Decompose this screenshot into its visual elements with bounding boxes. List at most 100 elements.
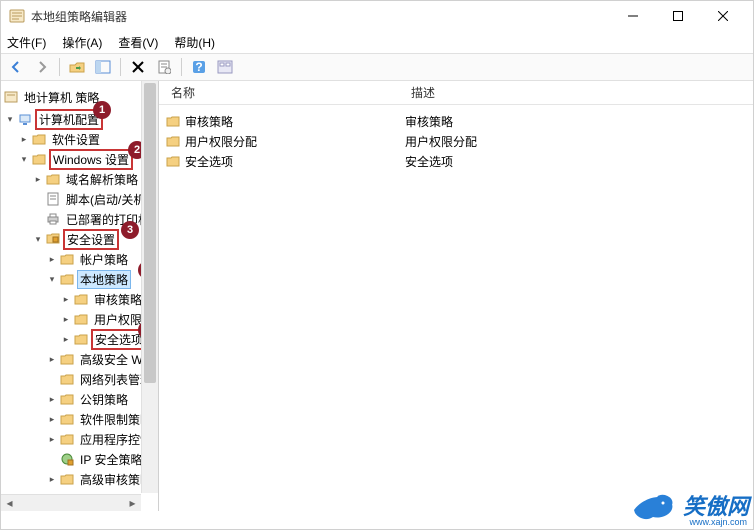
folder-icon (165, 154, 181, 168)
watermark: 笑傲网 www.xajn.com (629, 485, 749, 525)
scroll-left-arrow[interactable]: ◂ (1, 495, 18, 512)
tree-item-software-settings[interactable]: 软件设置 (49, 130, 103, 149)
tree-item-dns-policy[interactable]: 域名解析策略 (63, 170, 141, 189)
expand-icon[interactable]: ▸ (59, 312, 73, 326)
svg-text:?: ? (195, 60, 202, 74)
list-item-name: 审核策略 (185, 113, 233, 130)
security-icon (45, 232, 61, 246)
tree-pane: 地计算机 策略 ▾ 计算机配置 ▸ 软件设置 ▾ Windows 设置 (1, 81, 159, 511)
expand-icon[interactable]: ▸ (45, 472, 59, 486)
folder-icon (165, 114, 181, 128)
folder-icon (73, 292, 89, 306)
window-controls (610, 1, 745, 31)
tree-item-windows-settings[interactable]: Windows 设置 (49, 149, 133, 170)
tree-item-public-key[interactable]: 公钥策略 (77, 390, 131, 409)
list-item-desc: 用户权限分配 (405, 133, 477, 150)
delete-button[interactable] (127, 56, 149, 78)
tree-item-local-policy[interactable]: 本地策略 (77, 270, 131, 289)
folder-icon (59, 432, 75, 446)
watermark-url: www.xajn.com (689, 517, 747, 527)
filter-button[interactable] (214, 56, 236, 78)
column-header-name[interactable]: 名称 (159, 84, 399, 101)
folder-icon (59, 392, 75, 406)
expand-icon[interactable]: ▸ (45, 432, 59, 446)
folder-icon (73, 332, 89, 346)
list-item[interactable]: 审核策略 审核策略 (159, 111, 753, 131)
up-folder-button[interactable] (66, 56, 88, 78)
collapse-icon[interactable]: ▾ (17, 152, 31, 166)
scrollbar-thumb[interactable] (144, 83, 156, 383)
toolbar-separator (181, 58, 182, 76)
folder-icon (59, 412, 75, 426)
tree-item-account-policy[interactable]: 帐户策略 (77, 250, 131, 269)
list-pane: 名称 描述 审核策略 审核策略 用户权限分配 用户权限分配 (159, 81, 753, 511)
script-icon (45, 192, 61, 206)
expand-icon[interactable]: ▸ (31, 172, 45, 186)
expand-icon[interactable]: ▸ (59, 332, 73, 346)
tree-horizontal-scrollbar[interactable]: ◂ ▸ (1, 494, 141, 511)
scroll-right-arrow[interactable]: ▸ (124, 495, 141, 512)
expand-icon[interactable]: ▸ (45, 352, 59, 366)
list-item-desc: 安全选项 (405, 153, 453, 170)
list-body[interactable]: 审核策略 审核策略 用户权限分配 用户权限分配 安全选项 安全选项 (159, 105, 753, 511)
folder-icon (31, 132, 47, 146)
expand-icon[interactable]: ▸ (17, 132, 31, 146)
step-badge-1: 1 (93, 101, 111, 119)
menu-file[interactable]: 文件(F) (7, 34, 46, 51)
tree-item-printers[interactable]: 已部署的打印机 (63, 210, 153, 229)
menu-view[interactable]: 查看(V) (118, 34, 158, 51)
back-button[interactable] (5, 56, 27, 78)
maximize-button[interactable] (655, 1, 700, 31)
minimize-button[interactable] (610, 1, 655, 31)
folder-icon (45, 172, 61, 186)
app-icon (9, 8, 25, 24)
folder-icon (165, 134, 181, 148)
folder-icon (59, 272, 75, 286)
folder-icon (73, 312, 89, 326)
content-area: 地计算机 策略 ▾ 计算机配置 ▸ 软件设置 ▾ Windows 设置 (1, 81, 753, 511)
collapse-icon[interactable]: ▾ (31, 232, 45, 246)
list-item-name: 用户权限分配 (185, 133, 257, 150)
list-item[interactable]: 安全选项 安全选项 (159, 151, 753, 171)
computer-icon (17, 112, 33, 126)
folder-icon (59, 352, 75, 366)
show-hide-tree-button[interactable] (92, 56, 114, 78)
column-header-desc[interactable]: 描述 (399, 84, 447, 101)
tree-vertical-scrollbar[interactable] (141, 81, 158, 493)
expand-icon[interactable]: ▸ (45, 252, 59, 266)
expand-icon[interactable]: ▾ (3, 112, 17, 126)
help-button[interactable]: ? (188, 56, 210, 78)
list-item[interactable]: 用户权限分配 用户权限分配 (159, 131, 753, 151)
window-title: 本地组策略编辑器 (31, 8, 610, 25)
expand-icon[interactable]: ▸ (45, 392, 59, 406)
tree-item-scripts[interactable]: 脚本(启动/关机) (63, 190, 152, 209)
list-header: 名称 描述 (159, 81, 753, 105)
toolbar: ? (1, 53, 753, 81)
list-item-name: 安全选项 (185, 153, 233, 170)
properties-button[interactable] (153, 56, 175, 78)
title-bar: 本地组策略编辑器 (1, 1, 753, 31)
collapse-icon[interactable]: ▾ (45, 272, 59, 286)
menu-action[interactable]: 操作(A) (62, 34, 102, 51)
menu-help[interactable]: 帮助(H) (174, 34, 215, 51)
toolbar-separator (59, 58, 60, 76)
watermark-logo-icon (629, 485, 677, 525)
policy-icon (3, 90, 19, 104)
step-badge-3: 3 (121, 221, 139, 239)
forward-button[interactable] (31, 56, 53, 78)
folder-icon (59, 372, 75, 386)
folder-icon (59, 252, 75, 266)
tree-item-audit-policy[interactable]: 审核策略 (91, 290, 145, 309)
expand-icon[interactable]: ▸ (45, 412, 59, 426)
folder-icon (31, 152, 47, 166)
close-button[interactable] (700, 1, 745, 31)
tree-item-security-settings[interactable]: 安全设置 (63, 229, 119, 250)
tree-item-root[interactable]: 地计算机 策略 (21, 88, 102, 107)
folder-icon (59, 472, 75, 486)
menu-bar: 文件(F) 操作(A) 查看(V) 帮助(H) (1, 31, 753, 53)
printer-icon (45, 212, 61, 226)
list-item-desc: 审核策略 (405, 113, 453, 130)
ipsec-icon (59, 452, 75, 466)
expand-icon[interactable]: ▸ (59, 292, 73, 306)
tree[interactable]: 地计算机 策略 ▾ 计算机配置 ▸ 软件设置 ▾ Windows 设置 (1, 81, 158, 495)
